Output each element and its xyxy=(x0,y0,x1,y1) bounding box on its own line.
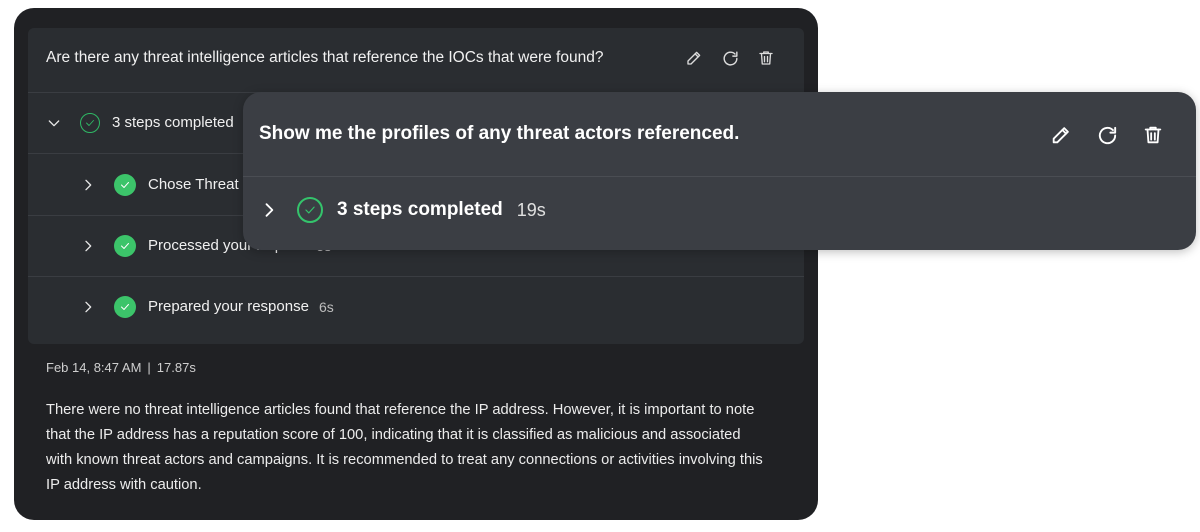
check-circle-filled-icon xyxy=(114,234,136,257)
check-circle-icon xyxy=(80,112,100,133)
step-row[interactable]: Prepared your response 6s xyxy=(28,276,804,337)
followup-query-actions xyxy=(1046,120,1168,150)
followup-query-card: Show me the profiles of any threat actor… xyxy=(243,92,1196,250)
chevron-right-icon[interactable] xyxy=(78,236,98,256)
query-row: Are there any threat intelligence articl… xyxy=(28,28,804,93)
meta-separator: | xyxy=(147,360,151,375)
response-elapsed: 17.87s xyxy=(156,360,196,375)
check-circle-filled-icon xyxy=(114,295,136,318)
query-text: Are there any threat intelligence articl… xyxy=(46,49,604,66)
chevron-right-icon[interactable] xyxy=(78,297,98,317)
followup-query-row: Show me the profiles of any threat actor… xyxy=(243,92,1196,177)
response-timestamp: Feb 14, 8:47 AM xyxy=(46,360,142,375)
response-text: There were no threat intelligence articl… xyxy=(46,402,763,493)
followup-query-text: Show me the profiles of any threat actor… xyxy=(259,123,740,144)
edit-icon[interactable] xyxy=(682,46,706,70)
delete-icon[interactable] xyxy=(1138,120,1168,150)
chevron-right-icon[interactable] xyxy=(78,175,98,195)
response-meta: Feb 14, 8:47 AM | 17.87s xyxy=(46,360,196,375)
followup-steps-duration: 19s xyxy=(516,199,546,220)
check-circle-filled-icon xyxy=(114,173,136,196)
step-duration: 6s xyxy=(318,298,334,315)
delete-icon[interactable] xyxy=(754,46,778,70)
regenerate-icon[interactable] xyxy=(1092,120,1122,150)
step-label: Chose Threat xyxy=(148,176,239,193)
conversation-card: Are there any threat intelligence articl… xyxy=(14,8,818,520)
step-label: Prepared your response xyxy=(148,298,309,315)
followup-steps-summary-label: 3 steps completed xyxy=(337,199,503,220)
chevron-down-icon[interactable] xyxy=(44,113,64,133)
followup-steps-summary-row[interactable]: 3 steps completed 19s xyxy=(259,190,546,230)
edit-icon[interactable] xyxy=(1046,120,1076,150)
steps-summary-label: 3 steps completed xyxy=(112,114,234,131)
check-circle-icon xyxy=(297,197,323,223)
chevron-right-icon[interactable] xyxy=(259,200,279,220)
regenerate-icon[interactable] xyxy=(718,46,742,70)
query-actions xyxy=(682,46,778,70)
